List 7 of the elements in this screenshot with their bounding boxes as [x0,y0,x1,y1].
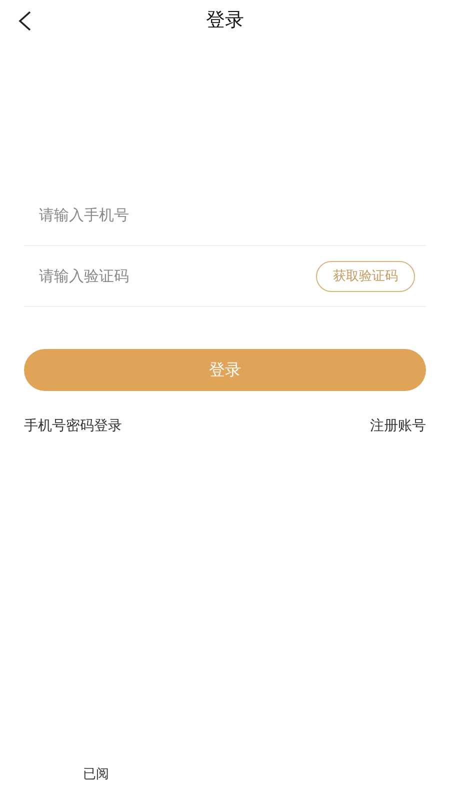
code-field[interactable]: 请输入验证码 [24,267,239,285]
register-link[interactable]: 注册账号 [370,417,426,435]
password-login-link[interactable]: 手机号密码登录 [24,417,122,435]
agreement-text: 已阅 [83,767,109,782]
phone-field[interactable]: 请输入手机号 [24,206,239,224]
back-icon[interactable] [18,11,32,31]
page-title: 登录 [206,8,244,33]
